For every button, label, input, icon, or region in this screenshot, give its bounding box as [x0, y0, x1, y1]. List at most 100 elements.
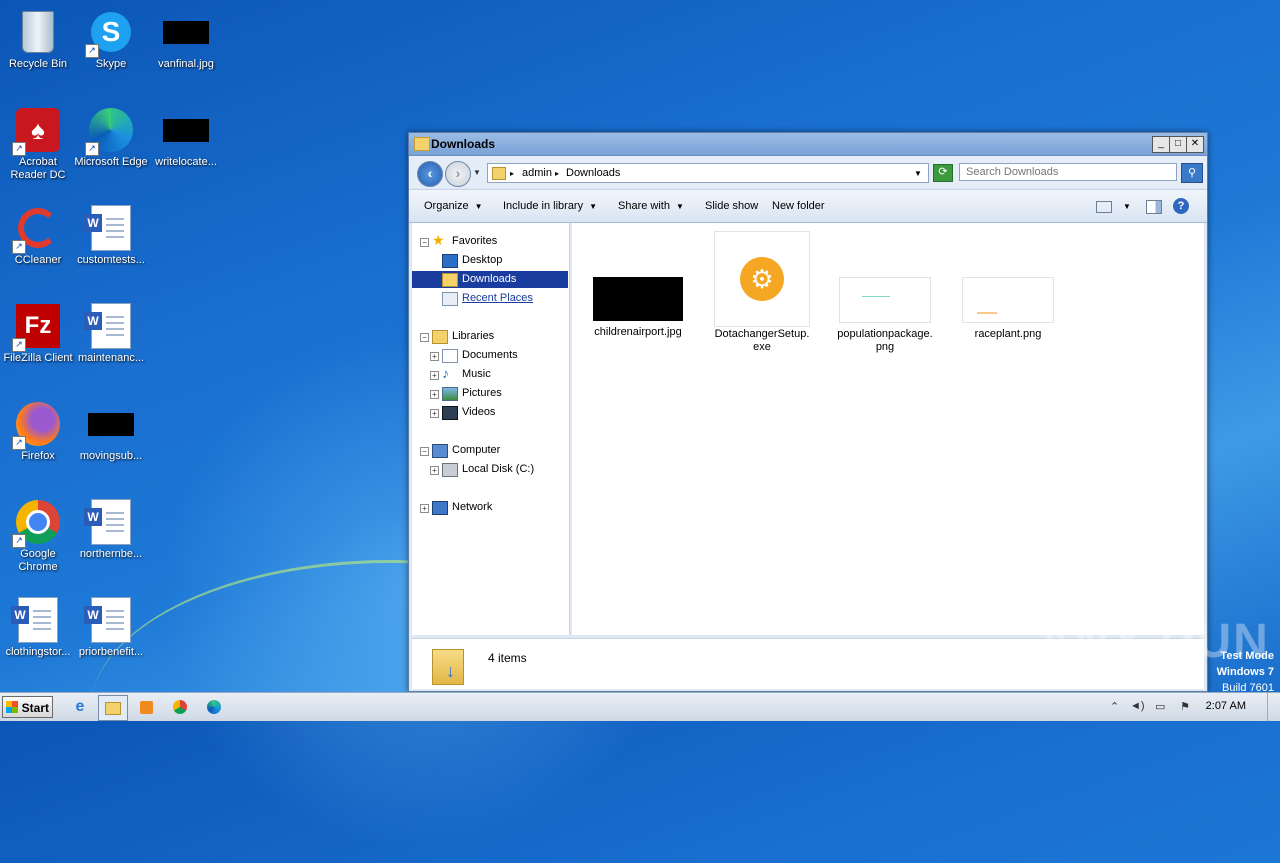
desktop-icon-clothingstor[interactable]: W clothingstor... [0, 590, 76, 659]
expand-icon[interactable]: + [430, 352, 439, 361]
desktop-icon-label: maintenanc... [77, 352, 145, 364]
breadcrumb-admin[interactable]: admin [522, 167, 552, 179]
nav-pictures[interactable]: Pictures [442, 385, 562, 402]
chevron-down-icon: ▼ [675, 202, 684, 211]
shortcut-arrow-icon: ↗ [12, 436, 26, 450]
maximize-button[interactable]: □ [1169, 136, 1187, 153]
include-in-library-button[interactable]: Include in library ▼ [503, 200, 597, 212]
explorer-taskbar-button[interactable] [98, 695, 128, 721]
recent-places-icon [442, 292, 458, 306]
desktop-icon-maintenance[interactable]: W maintenanc... [73, 296, 149, 365]
minimize-button[interactable]: _ [1152, 136, 1170, 153]
nav-pictures-label: Pictures [462, 387, 502, 399]
nav-network[interactable]: Network [432, 499, 562, 516]
show-desktop-button[interactable] [1267, 693, 1280, 721]
share-with-button[interactable]: Share with ▼ [618, 200, 684, 212]
expand-icon[interactable]: + [430, 409, 439, 418]
collapse-icon[interactable]: − [420, 447, 429, 456]
desktop-icon-edge[interactable]: ↗ Microsoft Edge [73, 100, 149, 169]
desktop-icon-vanfinal[interactable]: vanfinal.jpg [148, 2, 224, 71]
expand-icon[interactable]: + [430, 390, 439, 399]
media-player-icon[interactable] [132, 695, 160, 719]
nav-favorites[interactable]: ★ Favorites [432, 232, 562, 250]
desktop-icon-movingsub[interactable]: movingsub... [73, 394, 149, 463]
edge-taskbar-icon[interactable] [200, 695, 228, 719]
close-button[interactable]: ✕ [1186, 136, 1204, 153]
nav-local-disk[interactable]: Local Disk (C:) [442, 461, 562, 478]
nav-music-label: Music [462, 368, 491, 380]
expand-icon[interactable]: + [430, 466, 439, 475]
nav-libraries[interactable]: Libraries [432, 328, 562, 345]
desktop-icon-firefox[interactable]: ↗ Firefox [0, 394, 76, 463]
chrome-taskbar-icon[interactable] [166, 695, 194, 719]
slide-show-button[interactable]: Slide show [705, 200, 758, 212]
address-dropdown-icon[interactable]: ▼ [914, 169, 922, 178]
address-input[interactable]: ▸ admin ▸ Downloads ▼ [487, 163, 929, 183]
show-hidden-icons-icon[interactable]: ⌃ [1110, 700, 1119, 713]
expand-icon[interactable]: + [420, 504, 429, 513]
explorer-window[interactable]: Downloads _ □ ✕ ‹ › ▼ ▸ admin ▸ Download… [408, 132, 1208, 692]
start-button[interactable]: Start [2, 696, 53, 718]
file-name: childrenairport.jpg [594, 326, 682, 338]
nav-downloads-label: Downloads [462, 273, 517, 285]
breadcrumb-separator-icon[interactable]: ▸ [510, 169, 514, 178]
expand-icon[interactable]: + [430, 371, 439, 380]
nav-documents[interactable]: Documents [442, 347, 562, 364]
nav-desktop[interactable]: Desktop [442, 252, 562, 269]
desktop-icon-northernbe[interactable]: W northernbe... [73, 492, 149, 561]
network-status-icon[interactable]: ▭ [1155, 700, 1165, 713]
file-item[interactable]: populationpackage. png [835, 277, 935, 354]
nav-videos-label: Videos [462, 406, 496, 418]
internet-explorer-icon[interactable]: e [66, 695, 94, 719]
desktop-icon-recycle-bin[interactable]: Recycle Bin [0, 2, 76, 71]
organize-button[interactable]: Organize ▼ [424, 200, 483, 212]
breadcrumb-separator-icon[interactable]: ▸ [555, 169, 559, 178]
file-list[interactable]: childrenairport.jpg ⚙ DotachangerSetup. … [572, 223, 1204, 635]
nav-documents-label: Documents [462, 349, 518, 361]
nav-computer[interactable]: Computer [432, 442, 562, 459]
collapse-icon[interactable]: − [420, 333, 429, 342]
desktop-icon-label: customtests... [77, 254, 145, 266]
windows-logo-icon [6, 701, 18, 713]
desktop-icon-ccleaner[interactable]: ↗ CCleaner [0, 198, 76, 267]
desktop-icon-skype[interactable]: S ↗ Skype [73, 2, 149, 71]
search-icon[interactable]: ⚲ [1181, 163, 1203, 183]
word-document-icon: W [84, 302, 135, 350]
desktop-icon-filezilla[interactable]: Fz ↗ FileZilla Client [0, 296, 76, 365]
nav-downloads[interactable]: Downloads [412, 271, 568, 288]
clock[interactable]: 2:07 AM [1206, 700, 1246, 712]
desktop-icon-acrobat[interactable]: ♠ ↗ Acrobat Reader DC [0, 100, 76, 182]
change-view-icon[interactable] [1096, 201, 1112, 213]
volume-icon[interactable]: ◄) [1130, 700, 1145, 712]
desktop-icon-label: priorbenefit... [78, 646, 144, 658]
help-icon[interactable]: ? [1173, 198, 1189, 214]
desktop-icon-label: Skype [95, 58, 127, 70]
collapse-icon[interactable]: − [420, 238, 429, 247]
shortcut-arrow-icon: ↗ [85, 44, 99, 58]
desktop-icon-writelocate[interactable]: writelocate... [148, 100, 224, 169]
breadcrumb-downloads[interactable]: Downloads [566, 167, 620, 179]
nav-videos[interactable]: Videos [442, 404, 562, 421]
watermark-line: Windows 7 [1216, 666, 1274, 678]
new-folder-button[interactable]: New folder [772, 200, 825, 212]
desktop-icon-priorbenefit[interactable]: W priorbenefit... [73, 590, 149, 659]
chevron-down-icon: ▼ [589, 202, 598, 211]
file-item[interactable]: childrenairport.jpg [588, 277, 688, 338]
skype-icon: S ↗ [85, 8, 135, 58]
view-options-dropdown-icon[interactable]: ▼ [1123, 202, 1131, 211]
nav-music[interactable]: ♪ Music [442, 365, 562, 383]
recent-pages-dropdown-icon[interactable]: ▼ [473, 168, 481, 177]
search-input[interactable] [959, 163, 1177, 181]
forward-button[interactable]: › [445, 161, 471, 187]
back-button[interactable]: ‹ [417, 161, 443, 187]
action-center-flag-icon[interactable]: ⚑ [1180, 700, 1190, 713]
file-item[interactable]: ⚙ DotachangerSetup. exe [712, 231, 812, 354]
window-titlebar[interactable]: Downloads _ □ ✕ [409, 133, 1207, 156]
desktop-icon-chrome[interactable]: ↗ Google Chrome [0, 492, 76, 574]
downloads-folder-icon: ↓ [432, 645, 464, 685]
file-item[interactable]: raceplant.png [958, 277, 1058, 340]
preview-pane-icon[interactable] [1146, 200, 1162, 214]
nav-recent-places[interactable]: Recent Places [442, 290, 562, 307]
refresh-button[interactable]: ⟳ [933, 164, 953, 182]
desktop-icon-customtests[interactable]: W customtests... [73, 198, 149, 267]
